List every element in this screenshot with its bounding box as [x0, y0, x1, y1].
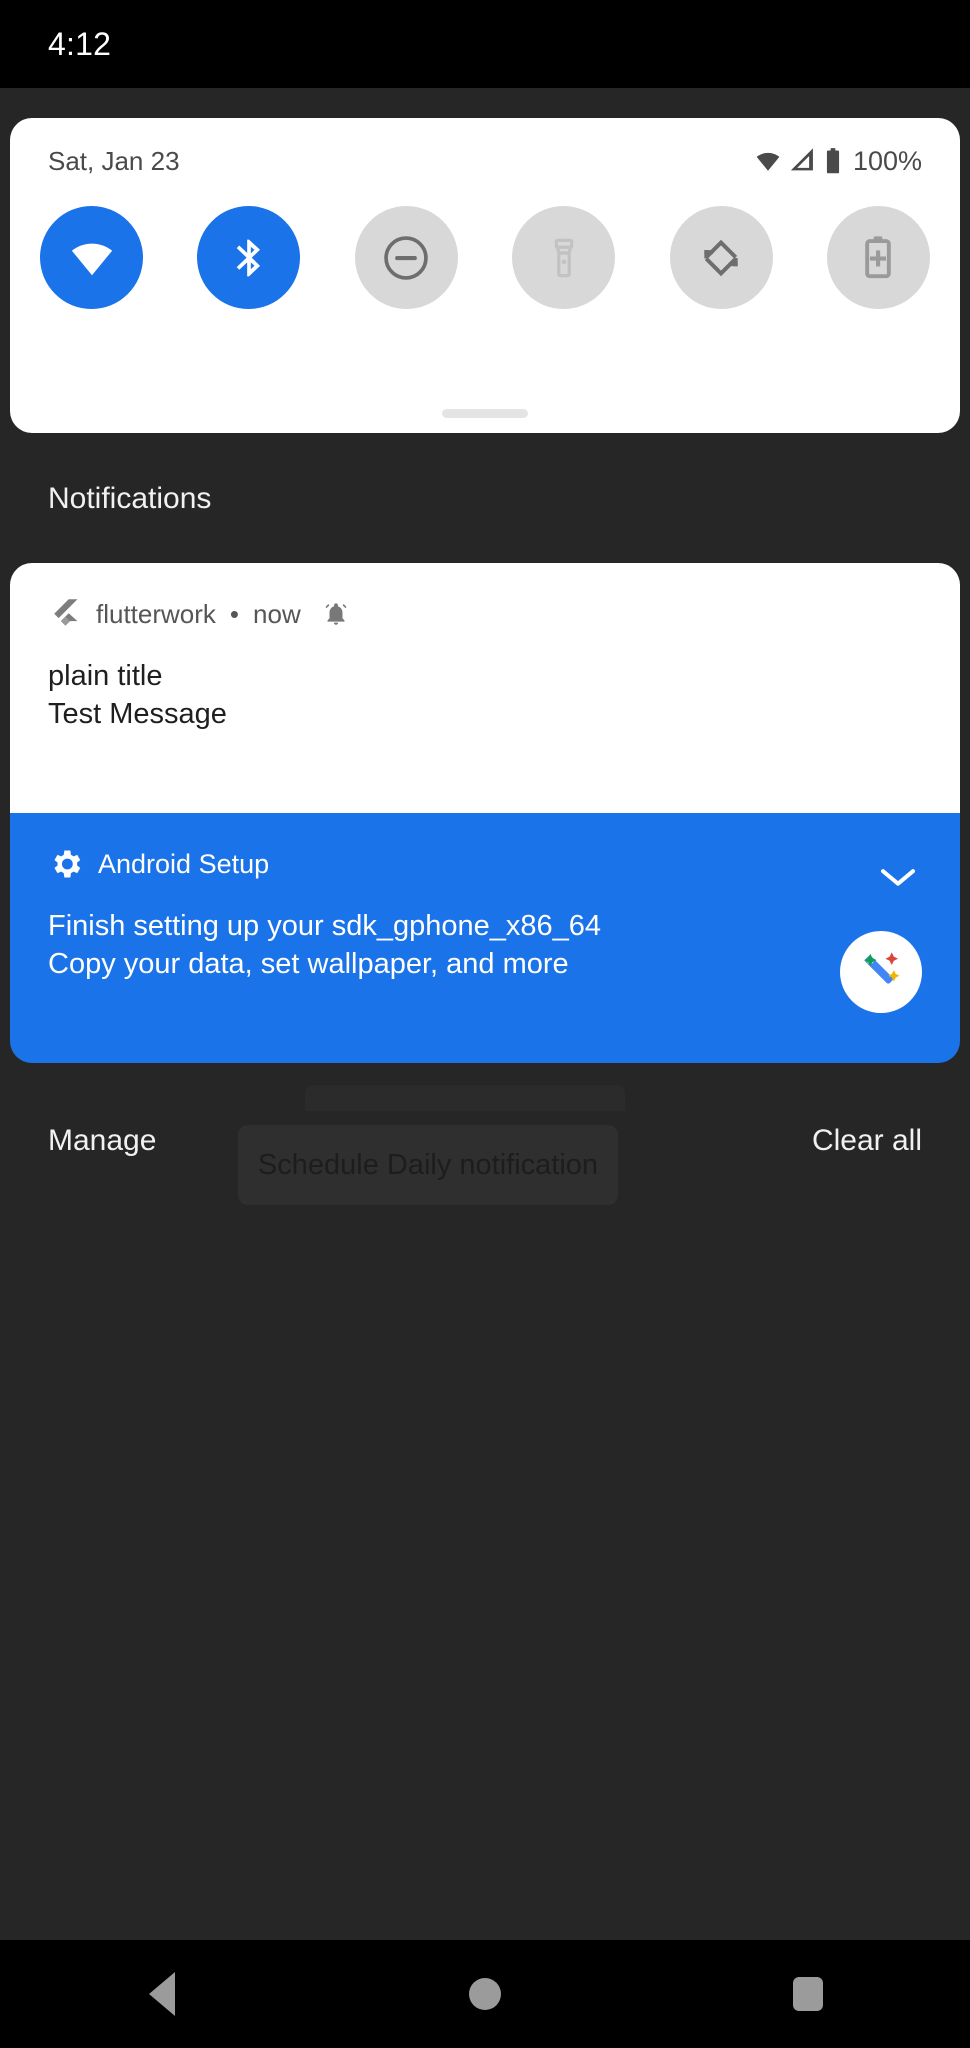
quick-settings-header: Sat, Jan 23 100% [10, 118, 960, 204]
quick-settings-panel: Sat, Jan 23 100% [10, 118, 960, 433]
qs-tile-bluetooth[interactable] [197, 206, 301, 309]
notification-title: Finish setting up your sdk_gphone_x86_64 [48, 910, 601, 942]
notification-body: plain title Test Message [48, 657, 922, 734]
quick-settings-tiles [10, 206, 960, 309]
status-icons: 100% [753, 146, 922, 177]
notification-flutterwork[interactable]: flutterwork • now plain title Test Messa… [10, 563, 960, 813]
notification-separator: • [229, 598, 240, 629]
battery-icon [826, 148, 840, 174]
auto-rotate-icon [704, 239, 738, 276]
android-notification-shade: 4:12 Sat, Jan 23 100% Notifications flut… [0, 0, 970, 2048]
notification-text: Copy your data, set wallpaper, and more [48, 948, 569, 981]
nav-home-button[interactable] [425, 1940, 545, 2048]
notification-large-icon [840, 931, 922, 1013]
wifi-status-icon [756, 152, 780, 171]
notification-text: Test Message [48, 698, 227, 731]
quick-settings-date: Sat, Jan 23 [48, 145, 180, 176]
manage-button[interactable]: Manage [48, 1124, 156, 1158]
notification-header: Android Setup [48, 841, 922, 887]
flashlight-icon [554, 238, 573, 277]
clear-all-button[interactable]: Clear all [812, 1124, 922, 1158]
notification-app-name: Android Setup [98, 848, 270, 879]
back-icon [148, 1972, 175, 2016]
notification-app-name: flutterwork [96, 598, 216, 629]
notification-footer-actions: Manage Clear all [0, 1108, 970, 1192]
nav-back-button[interactable] [102, 1940, 222, 2048]
magic-wand-icon [863, 952, 900, 984]
home-icon [468, 1978, 501, 2010]
status-bar-clock: 4:12 [48, 25, 112, 62]
chevron-down-icon [881, 869, 915, 886]
notification-title: plain title [48, 660, 163, 692]
do-not-disturb-icon [384, 235, 429, 280]
qs-tile-auto-rotate[interactable] [669, 206, 773, 309]
qs-tile-flashlight[interactable] [512, 206, 616, 309]
cell-signal-icon [790, 148, 813, 171]
notification-time: now [253, 598, 301, 629]
quick-settings-drag-handle[interactable] [442, 409, 528, 418]
notification-header: flutterwork • now [48, 591, 922, 637]
notification-list: flutterwork • now plain title Test Messa… [10, 563, 960, 1063]
qs-tile-wifi[interactable] [40, 206, 143, 309]
notifications-section-label: Notifications [48, 482, 212, 515]
nav-recents-button[interactable] [748, 1940, 868, 2048]
battery-saver-icon [865, 235, 892, 278]
wifi-icon [71, 243, 112, 275]
navigation-bar [0, 1940, 970, 2048]
bell-ringing-icon [325, 603, 347, 625]
status-bar: 4:12 [0, 0, 970, 88]
qs-tile-do-not-disturb[interactable] [354, 206, 458, 309]
notification-body: Finish setting up your sdk_gphone_x86_64… [48, 907, 922, 984]
bluetooth-icon [236, 239, 260, 276]
flutter-logo-icon [54, 599, 78, 626]
qs-tile-battery-saver[interactable] [826, 206, 930, 309]
notification-expand-button[interactable] [872, 851, 924, 903]
battery-percent-label: 100% [852, 145, 922, 176]
notification-android-setup[interactable]: Android Setup Finish setting up your sdk… [10, 813, 960, 1063]
recents-icon [793, 1977, 824, 2011]
gear-icon [54, 850, 81, 878]
